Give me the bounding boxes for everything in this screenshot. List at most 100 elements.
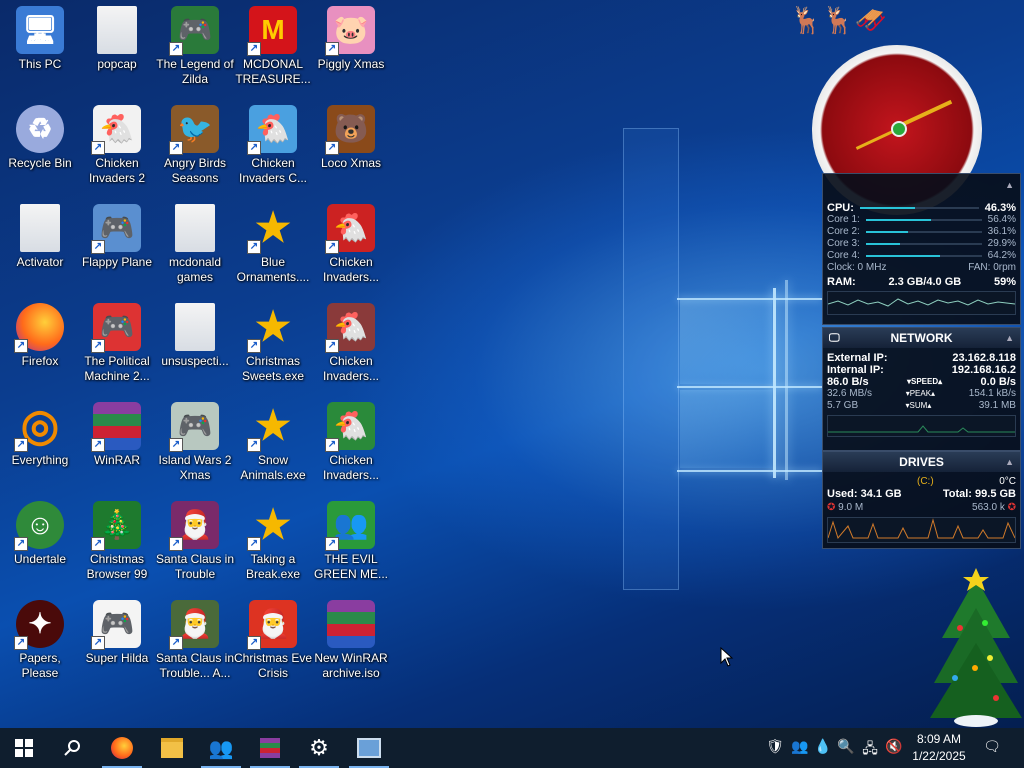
desktop-icon[interactable]: 🐦 ↗ Angry Birds Seasons <box>155 99 235 193</box>
desktop-icon[interactable]: ★ ↗ Christmas Sweets.exe <box>233 297 313 391</box>
tray-people-icon[interactable]: 👥 <box>790 738 810 758</box>
tray-drop-icon[interactable]: 💧 <box>813 738 833 758</box>
control-panel-icon <box>357 738 381 758</box>
search-icon <box>64 740 80 756</box>
search-button[interactable] <box>48 728 96 768</box>
shortcut-arrow-icon: ↗ <box>169 141 183 155</box>
tray-search-icon[interactable]: 🔍 <box>836 738 856 758</box>
taskbar-clock[interactable]: 8:09 AM 1/22/2025 <box>906 731 972 765</box>
desktop-icon[interactable]: 🎮 ↗ Super Hilda <box>77 594 157 688</box>
folder-icon <box>20 204 60 252</box>
drive-temp: 0°C <box>999 476 1016 487</box>
desktop-icon-label: Firefox <box>21 354 59 368</box>
taskbar: 👥 ⚙ 🛡 👥 💧 🔍 🖧 🔇 8:09 AM 1/22/2025 🗨 <box>0 728 1024 768</box>
shortcut-arrow-icon: ↗ <box>169 537 183 551</box>
desktop-icon[interactable]: 🎮 ↗ The Legend of Zilda <box>155 0 235 94</box>
ram-percent: 59% <box>993 276 1016 288</box>
angry-birds-icon: 🐦 ↗ <box>169 105 219 155</box>
desktop-icon[interactable]: ↗ Firefox <box>0 297 80 391</box>
tray-security-icon[interactable]: 🛡 <box>765 738 785 758</box>
drive-graph-line <box>827 518 1016 540</box>
desktop-icon-label: Recycle Bin <box>8 156 72 170</box>
desktop-icon[interactable]: ☺ ↗ Undertale <box>0 495 80 589</box>
desktop-icon[interactable]: 🎅 ↗ Santa Claus in Trouble <box>155 495 235 589</box>
ram-graph <box>827 291 1016 315</box>
write-icon: ✪ <box>1007 502 1016 513</box>
desktop-icon[interactable]: popcap <box>77 0 157 94</box>
shortcut-arrow-icon: ↗ <box>169 42 183 56</box>
desktop-icon[interactable]: New WinRAR archive.iso <box>311 594 391 688</box>
desktop-icon[interactable]: 🎮 ↗ Island Wars 2 Xmas <box>155 396 235 490</box>
taskbar-file-explorer[interactable] <box>148 728 196 768</box>
game-icon: 🎮 ↗ <box>169 402 219 452</box>
desktop-icon[interactable]: 🐻 ↗ Loco Xmas <box>311 99 391 193</box>
desktop-icon[interactable]: 🐔 ↗ Chicken Invaders... <box>311 297 391 391</box>
desktop-icon[interactable]: 🐔 ↗ Chicken Invaders C... <box>233 99 313 193</box>
desktop-icon[interactable]: M ↗ MCDONAL TREASURE... <box>233 0 313 94</box>
start-button[interactable] <box>0 728 48 768</box>
tray-network-icon[interactable]: 🖧 <box>860 738 880 758</box>
desktop-icon-label: Papers, Please <box>19 651 61 680</box>
collapse-icon[interactable]: ▲ <box>1005 452 1014 472</box>
taskbar-firefox[interactable] <box>98 728 146 768</box>
peak-up: 154.1 kB/s <box>968 388 1016 399</box>
game-icon: 🎮 ↗ <box>91 204 141 254</box>
desktop-icon-label: Loco Xmas <box>320 156 382 170</box>
collapse-icon[interactable]: ▲ <box>1005 328 1014 348</box>
desktop-icon[interactable]: 👥 ↗ THE EVIL GREEN ME... <box>311 495 391 589</box>
core-row: Core 3: 29.9% <box>823 238 1020 250</box>
star-icon: ★ ↗ <box>247 204 297 254</box>
network-title: NETWORK <box>890 331 953 345</box>
desktop-icon[interactable]: unsuspecti... <box>155 297 235 391</box>
collapse-icon[interactable]: ▲ <box>1005 180 1014 190</box>
external-ip-value: 23.162.8.118 <box>952 352 1016 364</box>
core-list: Core 1: 56.4% Core 2: 36.1% Core 3: 29.9% Core… <box>823 214 1020 262</box>
desktop-icon[interactable]: ◎ ↗ Everything <box>0 396 80 490</box>
chicken-icon: 🐔 ↗ <box>325 303 375 353</box>
desktop-icon[interactable]: 🎄 ↗ Christmas Browser 99 <box>77 495 157 589</box>
speed-down: 86.0 B/s <box>827 376 869 388</box>
network-monitor-panel: 🖵 NETWORK ▲ External IP: 23.162.8.118 In… <box>822 327 1021 451</box>
notification-center-icon[interactable]: 🗨 <box>982 738 1002 758</box>
network-graph <box>827 415 1016 437</box>
desktop-icon[interactable]: 🖥 This PC <box>0 0 80 94</box>
read-icon: ✪ <box>827 502 836 513</box>
drive-letter: (C:) <box>917 476 934 487</box>
drive-total: Total: 99.5 GB <box>942 488 1016 500</box>
desktop-icon[interactable]: ✦ ↗ Papers, Please <box>0 594 80 688</box>
tray-volume-icon[interactable]: 🔇 <box>884 738 904 758</box>
mcdonalds-icon: M ↗ <box>247 6 297 56</box>
taskbar-date: 1/22/2025 <box>912 749 966 763</box>
folder-icon <box>97 6 137 54</box>
taskbar-control-panel[interactable] <box>345 728 393 768</box>
desktop-icon[interactable]: ↗ WinRAR <box>77 396 157 490</box>
taskbar-messenger[interactable]: 👥 <box>197 728 245 768</box>
bear-icon: 🐻 ↗ <box>325 105 375 155</box>
shortcut-arrow-icon: ↗ <box>247 537 261 551</box>
shortcut-arrow-icon: ↗ <box>91 240 105 254</box>
clock-center <box>891 121 907 137</box>
desktop-icon[interactable]: Activator <box>0 198 80 292</box>
sum-down: 5.7 GB <box>827 400 859 411</box>
desktop-icon-label: Christmas Browser 99 <box>86 552 148 581</box>
desktop-icon[interactable]: ♻ Recycle Bin <box>0 99 80 193</box>
desktop-icon[interactable]: ★ ↗ Snow Animals.exe <box>233 396 313 490</box>
desktop-icon[interactable]: 🎮 ↗ Flappy Plane <box>77 198 157 292</box>
desktop-icon[interactable]: 🐔 ↗ Chicken Invaders... <box>311 396 391 490</box>
cpu-usage-bar <box>859 207 979 209</box>
desktop-icon[interactable]: 🐔 ↗ Chicken Invaders... <box>311 198 391 292</box>
desktop-icon[interactable]: 🐔 ↗ Chicken Invaders 2 <box>77 99 157 193</box>
shortcut-arrow-icon: ↗ <box>325 42 339 56</box>
desktop-icon[interactable]: 🎅 ↗ Santa Claus in Trouble... A... <box>155 594 235 688</box>
taskbar-settings[interactable]: ⚙ <box>295 728 343 768</box>
desktop-icon[interactable]: 🐷 ↗ Piggly Xmas <box>311 0 391 94</box>
desktop-icon[interactable]: 🎮 ↗ The Political Machine 2... <box>77 297 157 391</box>
core-label: Core 4: <box>827 250 860 261</box>
taskbar-winrar[interactable] <box>246 728 294 768</box>
desktop-icon[interactable]: 🎅 ↗ Christmas Eve Crisis <box>233 594 313 688</box>
desktop-icon[interactable]: ★ ↗ Taking a Break.exe <box>233 495 313 589</box>
shortcut-arrow-icon: ↗ <box>247 339 261 353</box>
desktop-icon[interactable]: mcdonald games <box>155 198 235 292</box>
desktop-icon[interactable]: ★ ↗ Blue Ornaments.... <box>233 198 313 292</box>
internal-ip-value: 192.168.16.2 <box>951 364 1016 376</box>
